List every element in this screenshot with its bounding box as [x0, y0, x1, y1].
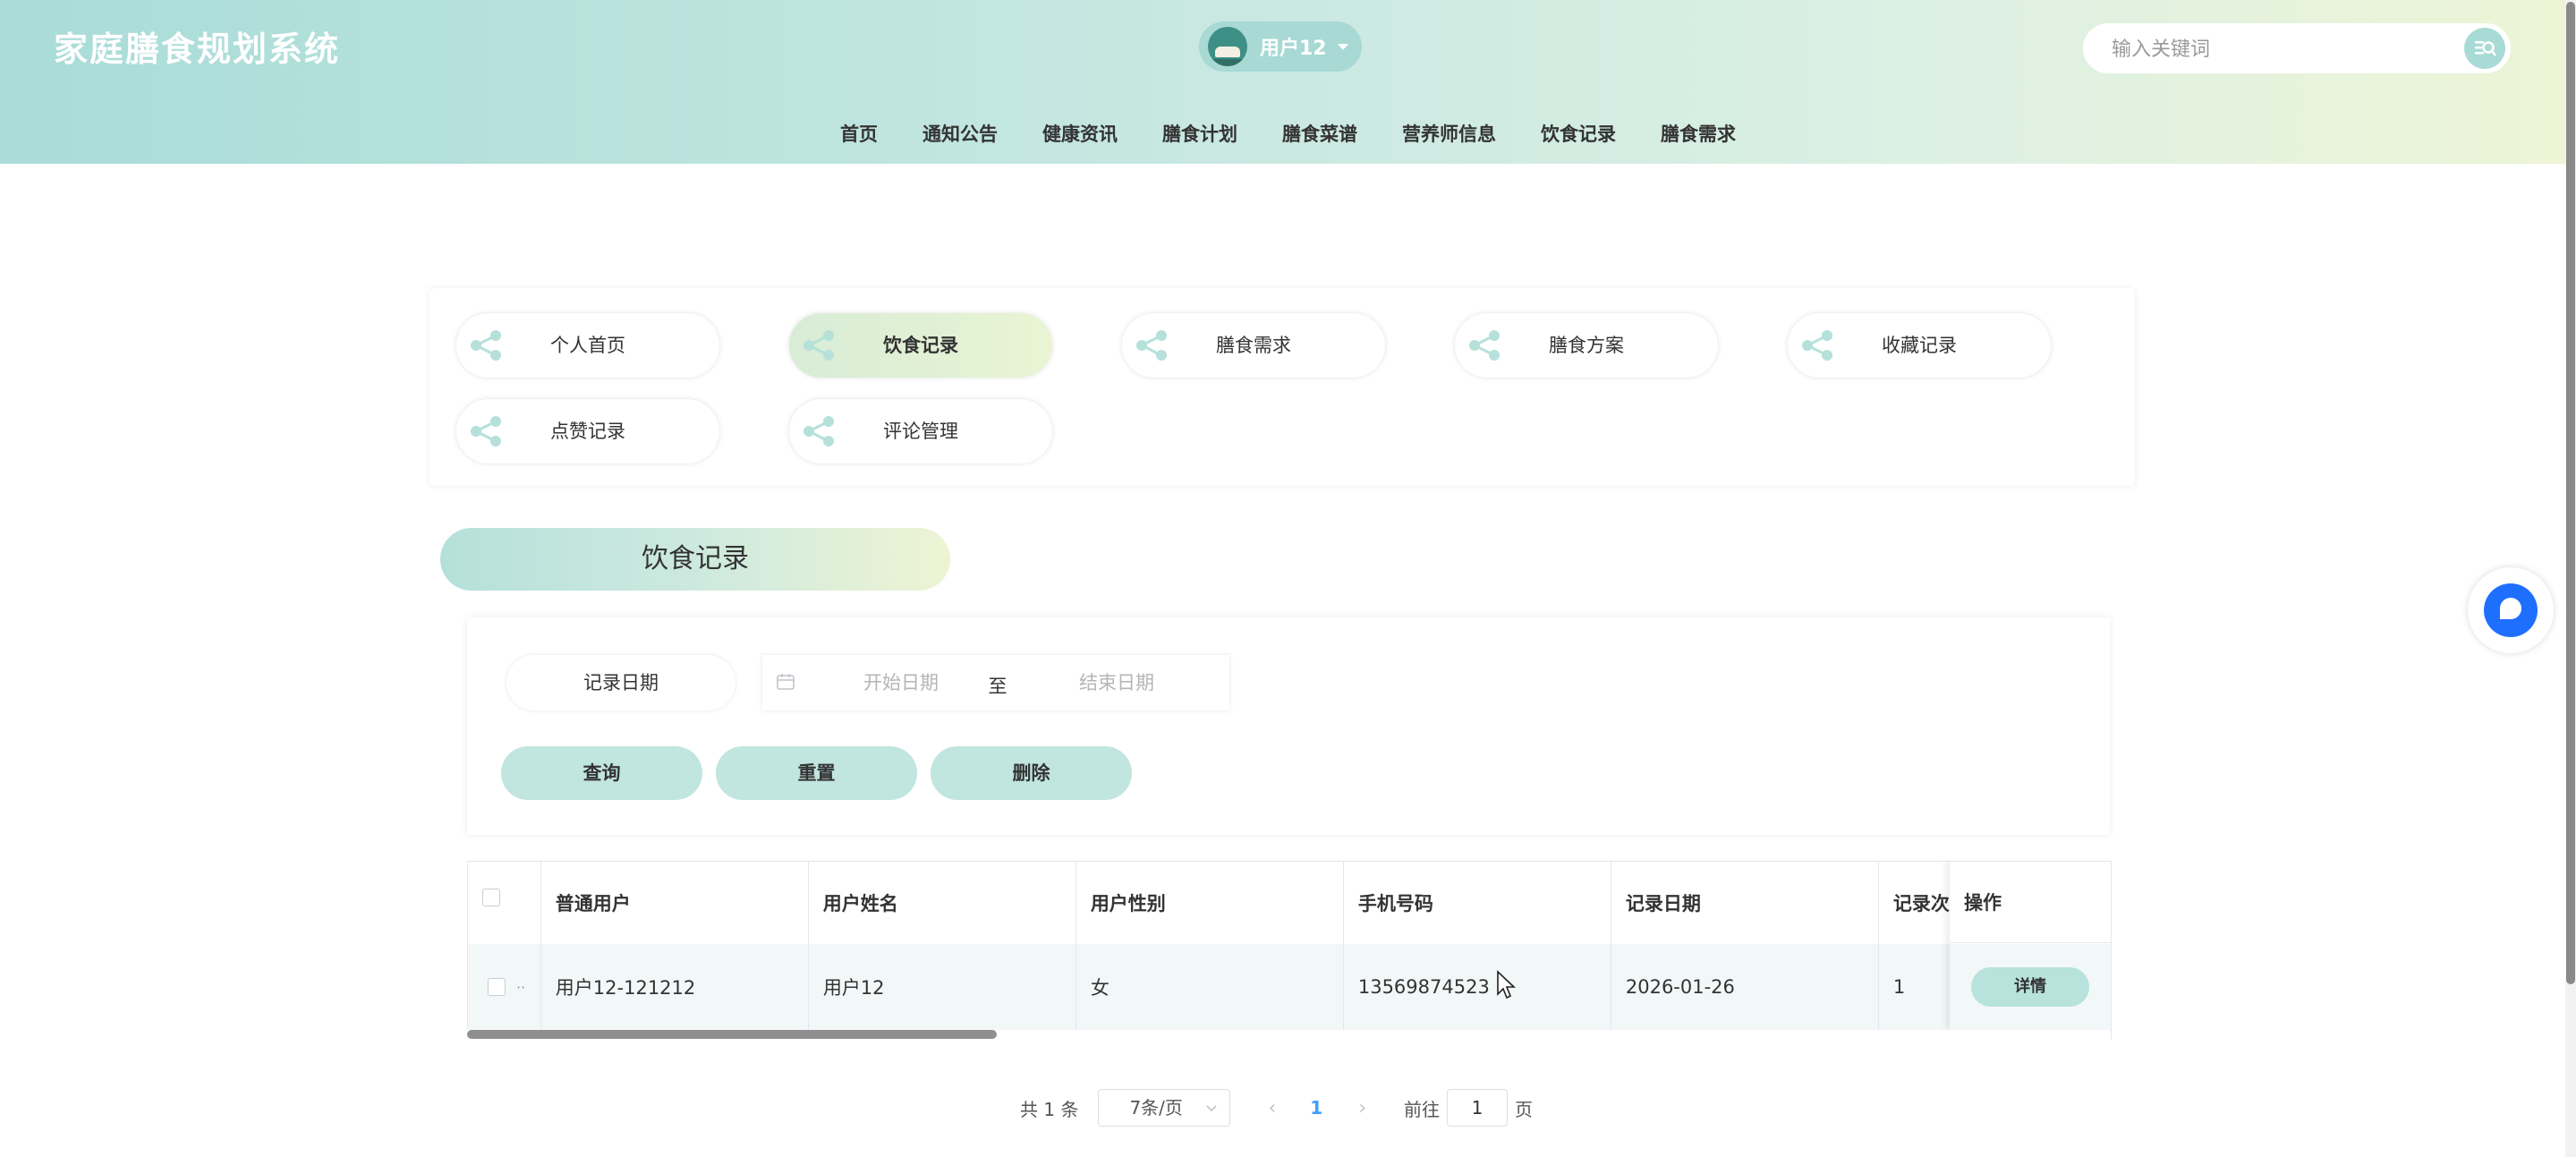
- nav-item-nutritionists[interactable]: 营养师信息: [1380, 116, 1518, 152]
- table-cell: 用户12-121212: [541, 944, 809, 1030]
- column-header[interactable]: 手机号码: [1344, 862, 1611, 944]
- detail-button[interactable]: 详情: [1971, 967, 2089, 1007]
- section-title-banner: 饮食记录: [440, 528, 950, 591]
- select-all-cell: [468, 862, 541, 944]
- menu-item-diet-records[interactable]: 饮食记录: [789, 313, 1052, 378]
- end-date-input[interactable]: 结束日期: [1027, 655, 1206, 710]
- user-menu[interactable]: 用户12: [1199, 21, 1362, 72]
- reset-button[interactable]: 重置: [716, 746, 917, 800]
- menu-item-label: 点赞记录: [550, 421, 625, 442]
- nav-item-diet-needs[interactable]: 膳食需求: [1638, 116, 1758, 152]
- page-size-value: 7条/页: [1129, 1097, 1183, 1119]
- operation-column: 操作 详情: [1950, 861, 2111, 1031]
- menu-item-profile[interactable]: 个人首页: [456, 313, 719, 378]
- date-filter-label: 记录日期: [506, 655, 735, 710]
- records-table: 普通用户 用户姓名 用户性别 手机号码 记录日期 记录次 ·· 用户12-121…: [467, 861, 2112, 1040]
- goto-label: 前往: [1404, 1098, 1440, 1120]
- nav-item-notices[interactable]: 通知公告: [900, 116, 1020, 152]
- column-header: 操作: [1950, 861, 2111, 943]
- nav-item-recipes[interactable]: 膳食菜谱: [1260, 116, 1380, 152]
- menu-item-label: 收藏记录: [1882, 335, 1957, 356]
- scrollbar-thumb[interactable]: [467, 1030, 997, 1039]
- total-count: 共 1 条: [1020, 1098, 1079, 1120]
- chevron-down-icon: [1206, 1105, 1218, 1112]
- table-cell: 用户12: [809, 944, 1076, 1030]
- menu-item-diet-needs[interactable]: 膳食需求: [1122, 313, 1385, 378]
- row-index-mark: ··: [516, 978, 526, 996]
- table-horizontal-scrollbar[interactable]: [467, 1030, 2110, 1041]
- page-number-current[interactable]: 1: [1310, 1097, 1322, 1119]
- row-checkbox[interactable]: [488, 978, 506, 996]
- user-avatar: [1208, 27, 1247, 66]
- search-icon: [2475, 41, 2496, 56]
- section-title: 饮食记录: [642, 543, 749, 574]
- pagination: 共 1 条 7条/页 ‹ 1 › 前往 1 页: [1020, 1088, 1533, 1127]
- nav-item-home[interactable]: 首页: [818, 116, 900, 152]
- column-header[interactable]: 普通用户: [541, 862, 809, 944]
- personal-center-menu: 个人首页 饮食记录 膳食需求 膳食方案 收藏记录 点赞记录 评论管理: [429, 288, 2135, 486]
- chat-icon: [2484, 583, 2538, 637]
- start-date-input[interactable]: 开始日期: [825, 655, 977, 710]
- table-row[interactable]: ·· 用户12-121212 用户12 女 13569874523 2026-0…: [468, 944, 2111, 1031]
- search-button[interactable]: [2464, 28, 2505, 69]
- floating-chat-button[interactable]: [2468, 567, 2554, 653]
- site-title: 家庭膳食规划系统: [54, 30, 341, 69]
- menu-item-comments[interactable]: 评论管理: [789, 399, 1052, 464]
- menu-item-label: 膳食需求: [1216, 335, 1291, 356]
- nav-item-health-news[interactable]: 健康资讯: [1020, 116, 1140, 152]
- nav-item-diet-plan[interactable]: 膳食计划: [1140, 116, 1260, 152]
- filter-panel: 记录日期 开始日期 至 结束日期 查询 重置 删除: [467, 617, 2110, 835]
- row-select-cell: ··: [468, 944, 541, 1030]
- search-input[interactable]: [2110, 32, 2453, 66]
- table-cell: 女: [1076, 944, 1344, 1030]
- search-box: [2083, 23, 2511, 73]
- menu-item-label: 评论管理: [883, 421, 958, 442]
- nav-item-diet-records[interactable]: 饮食记录: [1518, 116, 1638, 152]
- scrollbar-thumb[interactable]: [2566, 2, 2575, 984]
- menu-item-label: 个人首页: [550, 335, 625, 356]
- mouse-cursor-icon: [1497, 970, 1517, 1000]
- query-button[interactable]: 查询: [501, 746, 702, 800]
- menu-item-label: 饮食记录: [883, 335, 958, 356]
- column-header[interactable]: 用户性别: [1076, 862, 1344, 944]
- user-name: 用户12: [1260, 38, 1327, 60]
- table-cell: 2026-01-26: [1611, 944, 1879, 1030]
- menu-item-label: 膳食方案: [1549, 335, 1624, 356]
- menu-item-diet-plans[interactable]: 膳食方案: [1455, 313, 1718, 378]
- chevron-down-icon: [1337, 43, 1348, 50]
- page-vertical-scrollbar[interactable]: [2565, 0, 2576, 1157]
- main-nav: 首页 通知公告 健康资讯 膳食计划 膳食菜谱 营养师信息 饮食记录 膳食需求: [0, 116, 2576, 152]
- column-header[interactable]: 记录日期: [1611, 862, 1879, 944]
- top-header: 家庭膳食规划系统 用户12 首页 通知公告 健康资讯 膳食计划 膳食菜谱 营养师…: [0, 0, 2576, 164]
- date-range-picker[interactable]: 开始日期 至 结束日期: [762, 655, 1229, 710]
- date-range-separator: 至: [988, 676, 1007, 697]
- column-header[interactable]: 用户姓名: [809, 862, 1076, 944]
- page-size-select[interactable]: 7条/页: [1098, 1089, 1231, 1127]
- next-page-icon[interactable]: ›: [1358, 1097, 1366, 1119]
- menu-item-likes[interactable]: 点赞记录: [456, 399, 719, 464]
- calendar-icon: [777, 674, 795, 690]
- delete-button[interactable]: 删除: [931, 746, 1132, 800]
- menu-item-favorites[interactable]: 收藏记录: [1788, 313, 2051, 378]
- table-header-row: 普通用户 用户姓名 用户性别 手机号码 记录日期 记录次: [468, 861, 2111, 945]
- select-all-checkbox[interactable]: [482, 889, 500, 906]
- table-cell: 13569874523: [1344, 944, 1611, 1030]
- page-suffix: 页: [1515, 1098, 1533, 1120]
- operation-cell: 详情: [1950, 944, 2111, 1031]
- goto-page-input[interactable]: 1: [1447, 1089, 1508, 1127]
- prev-page-icon[interactable]: ‹: [1268, 1097, 1276, 1119]
